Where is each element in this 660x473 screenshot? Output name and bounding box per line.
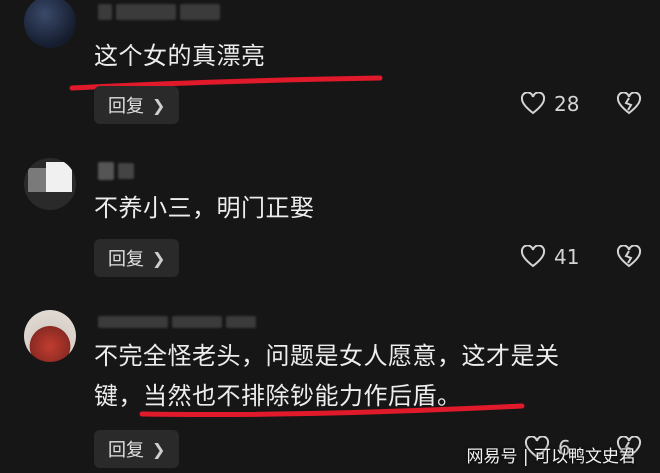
reply-button[interactable]: 回复 ❯: [94, 86, 180, 124]
comment-meta: [98, 162, 138, 180]
avatar[interactable]: [24, 158, 76, 210]
chevron-right-icon: ❯: [152, 248, 166, 268]
comment-1: 这个女的真漂亮 回复 ❯ 28: [0, 0, 660, 140]
comment-text: 不养小三，明门正娶: [94, 194, 315, 222]
avatar[interactable]: [24, 0, 76, 48]
comment-text-line-1: 不完全怪老头，问题是女人愿意，这才是关: [94, 342, 560, 370]
like-button[interactable]: 41: [520, 245, 579, 269]
reply-button[interactable]: 回复 ❯: [94, 239, 180, 277]
comment-text-line-2: 键，当然也不排除钞能力作后盾。: [94, 382, 462, 410]
dislike-button[interactable]: [616, 245, 642, 269]
comment-meta: [98, 4, 224, 20]
comment-2: 不养小三，明门正娶 回复 ❯ 41: [0, 150, 660, 290]
reply-label: 回复: [108, 96, 144, 117]
dislike-button[interactable]: [616, 92, 642, 116]
reply-label: 回复: [108, 249, 144, 270]
like-count: 41: [554, 245, 580, 269]
like-count: 28: [554, 92, 580, 116]
broken-heart-icon: [616, 245, 642, 268]
heart-outline-icon: [520, 245, 546, 268]
chevron-right-icon: ❯: [152, 95, 166, 115]
like-button[interactable]: 28: [520, 92, 579, 116]
reply-button[interactable]: 回复 ❯: [94, 430, 180, 468]
heart-outline-icon: [520, 92, 546, 115]
comment-meta: [98, 314, 260, 330]
broken-heart-icon: [616, 92, 642, 115]
reply-label: 回复: [108, 440, 144, 461]
avatar[interactable]: [24, 310, 76, 362]
chevron-right-icon: ❯: [152, 439, 166, 459]
watermark: 网易号 | 可以鸭文史君: [466, 447, 636, 467]
comment-text: 这个女的真漂亮: [94, 42, 266, 70]
